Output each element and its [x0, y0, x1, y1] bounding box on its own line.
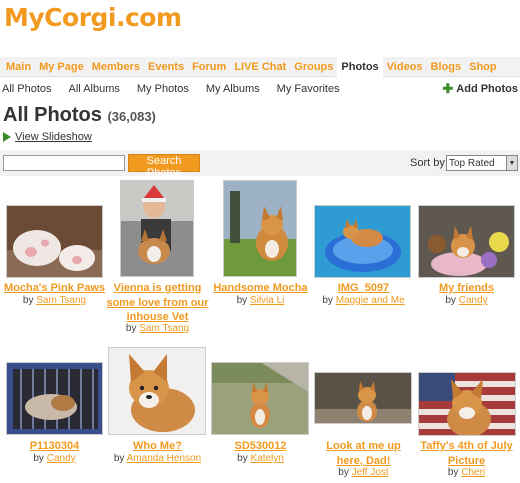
- author-link[interactable]: Jeff Jost: [352, 467, 389, 478]
- author-link[interactable]: Cheri: [461, 467, 485, 478]
- search-input[interactable]: [3, 155, 125, 171]
- photo-title-link[interactable]: My friends: [415, 281, 518, 296]
- nav-shop[interactable]: Shop: [465, 57, 501, 77]
- slideshow-link-row: View Slideshow: [3, 131, 92, 143]
- page-title-text: All Photos: [3, 104, 102, 126]
- nav-members[interactable]: Members: [88, 57, 144, 77]
- by-label: by: [445, 295, 456, 306]
- photo-credit: by Candy: [3, 453, 106, 464]
- search-bar: Search Photos Sort by: Top Rated ▼: [0, 150, 520, 179]
- author-link[interactable]: Candy: [47, 453, 76, 464]
- photo-credit: by Katelyn: [209, 453, 312, 464]
- photo-title-link[interactable]: Mocha's Pink Paws: [3, 281, 106, 296]
- by-label: by: [338, 467, 349, 478]
- site-logo[interactable]: MyCorgi.com: [4, 3, 182, 32]
- photo-thumbnail[interactable]: [120, 180, 194, 277]
- photo-thumbnail[interactable]: [223, 180, 297, 277]
- author-link[interactable]: Katelyn: [250, 453, 283, 464]
- photo-title-link[interactable]: Handsome Mocha: [209, 281, 312, 296]
- author-link[interactable]: Sam Tsang: [139, 323, 189, 334]
- by-label: by: [33, 453, 44, 464]
- by-label: by: [322, 295, 333, 306]
- photo-thumbnail[interactable]: [6, 205, 103, 278]
- photo-credit: by Maggie and Me: [312, 295, 415, 306]
- photo-thumbnail[interactable]: [314, 372, 412, 424]
- subnav-my-photos[interactable]: My Photos: [135, 83, 194, 95]
- add-photos-button[interactable]: ✚ Add Photos: [442, 79, 518, 99]
- photo-credit: by Jeff Jost: [312, 467, 415, 478]
- photo-thumbnail[interactable]: [108, 347, 206, 435]
- add-photos-label: Add Photos: [456, 83, 518, 95]
- photo-thumbnail[interactable]: [6, 362, 103, 435]
- view-slideshow-link[interactable]: View Slideshow: [15, 131, 92, 143]
- by-label: by: [236, 295, 248, 306]
- photo-title-link[interactable]: Who Me?: [106, 439, 209, 454]
- photo-title-link[interactable]: Look at me up here, Dad!: [312, 439, 415, 468]
- nav-groups[interactable]: Groups: [290, 57, 337, 77]
- by-label: by: [113, 453, 125, 464]
- chevron-down-icon: ▼: [506, 156, 517, 170]
- photo-credit: by Sam Tsang: [106, 323, 209, 334]
- sub-nav: All Photos All Albums My Photos My Album…: [0, 79, 520, 99]
- photo-title-link[interactable]: Taffy's 4th of July Picture: [415, 439, 518, 468]
- main-nav: Main My Page Members Events Forum LIVE C…: [0, 56, 520, 77]
- by-label: by: [237, 453, 248, 464]
- by-label: by: [125, 323, 137, 334]
- sort-value: Top Rated: [449, 157, 495, 169]
- plus-icon: ✚: [442, 81, 454, 96]
- photo-title-link[interactable]: Vienna is getting some love from our inh…: [106, 281, 209, 325]
- photo-title-link[interactable]: P1130304: [3, 439, 106, 454]
- photo-thumbnail[interactable]: [211, 362, 309, 435]
- play-icon: [3, 132, 11, 142]
- nav-live-chat[interactable]: LIVE Chat: [230, 57, 290, 77]
- author-link[interactable]: Maggie and Me: [336, 295, 405, 306]
- photo-thumbnail[interactable]: [418, 372, 516, 436]
- photo-title-link[interactable]: SD530012: [209, 439, 312, 454]
- nav-forum[interactable]: Forum: [188, 57, 230, 77]
- by-label: by: [22, 295, 34, 306]
- nav-blogs[interactable]: Blogs: [427, 57, 466, 77]
- subnav-all-photos[interactable]: All Photos: [0, 83, 57, 95]
- photo-count: (36,083): [107, 109, 156, 124]
- nav-main[interactable]: Main: [2, 57, 35, 77]
- author-link[interactable]: Candy: [459, 295, 488, 306]
- author-link[interactable]: Sam Tsang: [36, 295, 86, 306]
- sort-label: Sort by:: [410, 157, 448, 169]
- photo-credit: by Cheri: [415, 467, 518, 478]
- page-title: All Photos (36,083): [3, 104, 156, 127]
- photo-title-link[interactable]: IMG_5097: [312, 281, 415, 296]
- author-link[interactable]: Silvia Li: [250, 295, 284, 306]
- subnav-my-albums[interactable]: My Albums: [204, 83, 265, 95]
- photo-credit: by Silvia Li: [209, 295, 312, 306]
- author-link[interactable]: Amanda Henson: [127, 453, 202, 464]
- photo-credit: by Amanda Henson: [106, 453, 209, 464]
- photo-thumbnail[interactable]: [418, 205, 515, 278]
- by-label: by: [447, 467, 459, 478]
- photo-credit: by Candy: [415, 295, 518, 306]
- search-photos-button[interactable]: Search Photos: [128, 154, 200, 179]
- photo-credit: by Sam Tsang: [3, 295, 106, 306]
- nav-events[interactable]: Events: [144, 57, 188, 77]
- subnav-all-albums[interactable]: All Albums: [67, 83, 125, 95]
- nav-videos[interactable]: Videos: [383, 57, 427, 77]
- subnav-my-favorites[interactable]: My Favorites: [275, 83, 345, 95]
- photo-thumbnail[interactable]: [314, 205, 411, 278]
- sort-select[interactable]: Top Rated ▼: [446, 155, 518, 171]
- nav-photos[interactable]: Photos: [337, 56, 383, 77]
- nav-my-page[interactable]: My Page: [35, 57, 88, 77]
